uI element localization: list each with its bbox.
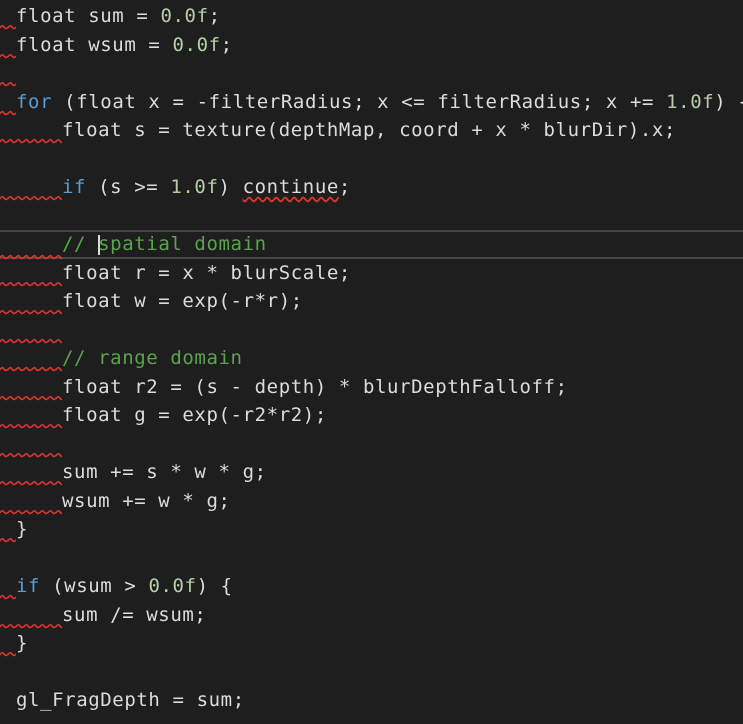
code-text[interactable]: float r2 = (s - depth) * blurDepthFallof…: [16, 373, 568, 402]
keyword-token: for: [16, 90, 53, 113]
code-line[interactable]: float sum = 0.0f;: [0, 2, 743, 31]
code-token: ): [218, 176, 243, 198]
code-line[interactable]: wsum += w * g;: [0, 487, 743, 516]
code-token: ) {: [196, 575, 233, 597]
code-token: float w = exp(-r*r);: [62, 290, 303, 312]
code-line[interactable]: [0, 544, 743, 573]
error-squiggle-marker: [0, 309, 62, 315]
code-text[interactable]: gl_FragDepth = sum;: [16, 686, 245, 715]
code-line[interactable]: float s = texture(depthMap, coord + x * …: [0, 116, 743, 145]
number-token: 1.0f: [666, 90, 715, 113]
code-editor[interactable]: float sum = 0.0f; float wsum = 0.0f; for (…: [0, 0, 743, 724]
code-line[interactable]: [0, 316, 743, 345]
code-line[interactable]: for (float x = -filterRadius; x <= filte…: [0, 88, 743, 117]
code-text[interactable]: for (float x = -filterRadius; x <= filte…: [16, 88, 743, 117]
code-line[interactable]: [0, 658, 743, 687]
code-token: float wsum =: [16, 33, 173, 56]
code-token: ;: [338, 176, 351, 198]
code-line[interactable]: [0, 59, 743, 88]
code-line[interactable]: sum /= wsum;: [0, 601, 743, 630]
error-squiggle-marker: [0, 622, 62, 629]
code-text[interactable]: float g = exp(-r2*r2);: [16, 401, 327, 430]
keyword-token: if: [62, 176, 87, 198]
number-token: 0.0f: [172, 33, 221, 56]
code-text[interactable]: if (wsum > 0.0f) {: [16, 572, 233, 601]
error-squiggle-marker: [0, 109, 16, 116]
code-line[interactable]: [0, 430, 743, 459]
code-text[interactable]: }: [16, 629, 28, 658]
error-squiggle-marker: [0, 594, 16, 600]
error-token: continue: [242, 176, 339, 198]
code-line[interactable]: float r = x * blurScale;: [0, 259, 743, 288]
code-line[interactable]: // range domain: [0, 344, 743, 373]
code-line[interactable]: }: [0, 629, 743, 658]
error-squiggle-marker: [0, 138, 62, 144]
error-squiggle-marker: [0, 423, 62, 429]
code-token: float s = texture(depthMap, coord + x * …: [62, 119, 676, 141]
code-line[interactable]: gl_FragDepth = sum;: [0, 686, 743, 715]
code-token: wsum += w * g;: [62, 489, 231, 512]
error-squiggle-marker: [0, 81, 16, 87]
code-text[interactable]: }: [16, 515, 28, 544]
error-squiggle-marker: [0, 24, 16, 30]
code-token: float g = exp(-r2*r2);: [62, 404, 327, 426]
error-squiggle-marker: [0, 508, 62, 515]
code-token: float r2 = (s - depth) * blurDepthFallof…: [62, 375, 568, 398]
error-squiggle-marker: [0, 195, 62, 201]
code-line[interactable]: float g = exp(-r2*r2);: [0, 401, 743, 430]
code-line[interactable]: if (wsum > 0.0f) {: [0, 572, 743, 601]
number-token: 0.0f: [148, 575, 197, 597]
code-text[interactable]: float sum = 0.0f;: [16, 2, 221, 31]
code-line[interactable]: if (s >= 1.0f) continue;: [0, 173, 743, 202]
error-squiggle-marker: [0, 52, 16, 59]
code-text[interactable]: if (s >= 1.0f) continue;: [16, 173, 351, 202]
code-text[interactable]: // spatial domain: [16, 232, 267, 257]
code-token: ;: [208, 5, 221, 27]
comment-token: spatial domain: [98, 233, 267, 255]
code-token: ;: [220, 33, 233, 56]
error-squiggle-marker: [0, 337, 62, 344]
code-line[interactable]: }: [0, 515, 743, 544]
comment-token: //: [62, 233, 99, 255]
code-token: gl_FragDepth = sum;: [16, 689, 245, 711]
error-squiggle-marker: [0, 451, 62, 458]
code-line[interactable]: sum += s * w * g;: [0, 458, 743, 487]
error-squiggle-marker: [0, 394, 62, 401]
code-token: float r = x * blurScale;: [62, 261, 351, 284]
code-text[interactable]: float wsum = 0.0f;: [16, 31, 233, 60]
code-token: (wsum >: [40, 575, 149, 597]
code-line[interactable]: [0, 202, 743, 231]
code-line[interactable]: [0, 145, 743, 174]
error-squiggle-marker: [0, 480, 62, 486]
code-token: }: [16, 632, 29, 654]
keyword-token: if: [16, 575, 41, 597]
error-squiggle-marker: [0, 366, 62, 372]
code-token: }: [16, 518, 29, 540]
error-squiggle-marker: [0, 537, 16, 543]
code-token: sum /= wsum;: [62, 603, 207, 626]
code-token: sum += s * w * g;: [62, 461, 267, 483]
number-token: 0.0f: [160, 5, 209, 27]
code-token: ) {: [714, 90, 743, 113]
code-text[interactable]: float s = texture(depthMap, coord + x * …: [16, 116, 676, 145]
code-token: (s >=: [86, 176, 171, 198]
current-code-line[interactable]: // spatial domain: [0, 230, 743, 260]
error-squiggle-marker: [0, 280, 62, 287]
code-token: (float x = -filterRadius; x <= filterRad…: [52, 90, 667, 113]
code-line[interactable]: float wsum = 0.0f;: [0, 31, 743, 60]
code-line[interactable]: float r2 = (s - depth) * blurDepthFallof…: [0, 373, 743, 402]
error-squiggle-marker: [0, 651, 16, 657]
code-token: float sum =: [16, 5, 161, 27]
code-text[interactable]: float r = x * blurScale;: [16, 259, 351, 288]
code-line[interactable]: float w = exp(-r*r);: [0, 287, 743, 316]
comment-token: // range domain: [62, 347, 243, 369]
number-token: 1.0f: [170, 176, 219, 198]
